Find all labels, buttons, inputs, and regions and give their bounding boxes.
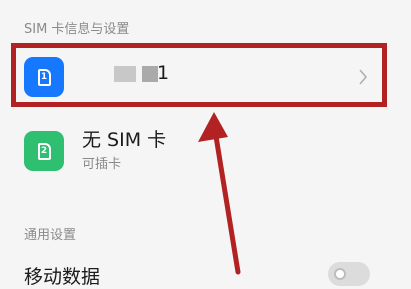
annotation-arrow (198, 112, 241, 275)
